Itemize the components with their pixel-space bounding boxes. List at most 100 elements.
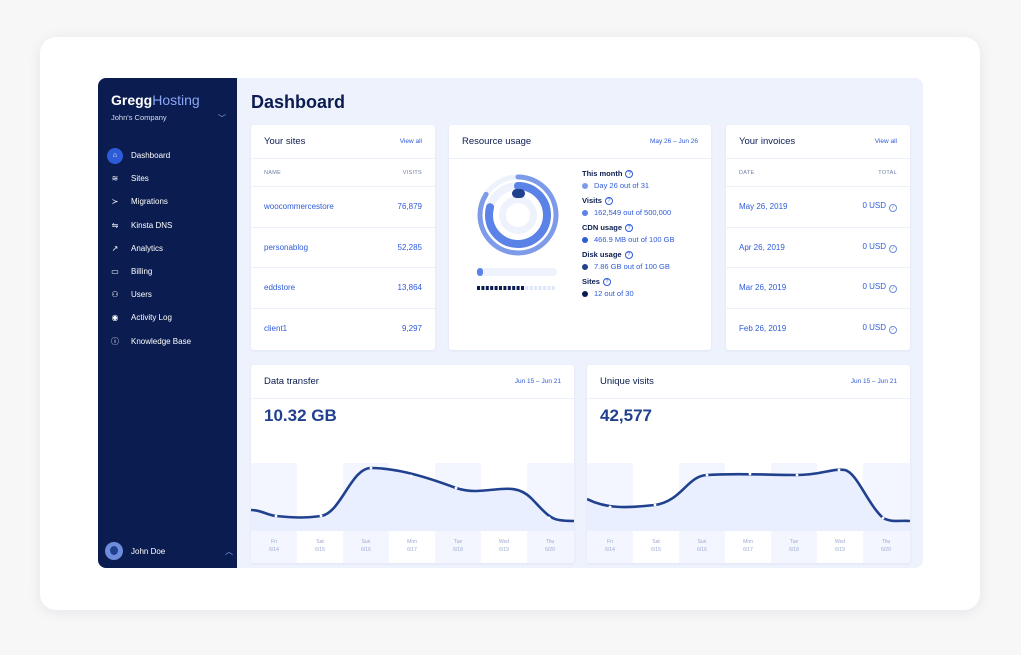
sidebar-item-knowledge-base[interactable]: ⓘ Knowledge Base — [98, 330, 237, 353]
brand-name-light: Hosting — [152, 92, 200, 108]
stat-label: CDN usage — [582, 223, 623, 232]
site-name[interactable]: woocommercestore — [264, 202, 334, 211]
sidebar-item-users[interactable]: ⚇ Users — [98, 283, 237, 306]
view-all-invoices-link[interactable]: View all — [875, 138, 897, 145]
stat-value: 7.86 GB out of 100 GB — [594, 262, 670, 271]
x-tick-day: Wed — [499, 539, 509, 545]
sidebar-item-kinsta-dns[interactable]: ⇋ Kinsta DNS — [98, 214, 237, 237]
x-tick-date: 6/19 — [835, 547, 845, 553]
date-range: Jun 15 – Jun 21 — [514, 378, 561, 385]
sites-segment — [512, 286, 516, 290]
date-range: May 26 – Jun 26 — [649, 138, 698, 145]
x-tick-day: Sun — [698, 539, 707, 545]
sites-segment — [529, 286, 533, 290]
card-title: Data transfer — [264, 376, 319, 387]
stat-cdn-usage: CDN usage? 466.9 MB out of 100 GB — [582, 223, 702, 244]
x-tick-date: 6/18 — [789, 547, 799, 553]
chevron-up-icon[interactable]: ︿ — [225, 546, 233, 557]
sidebar-item-dashboard[interactable]: ⌂ Dashboard — [98, 144, 237, 167]
help-icon[interactable]: ? — [602, 277, 611, 286]
home-icon: ⌂ — [107, 147, 123, 164]
site-visits: 9,297 — [401, 324, 422, 334]
invoice-total: 0 USD — [862, 201, 886, 211]
resource-usage-card: Resource usage May 26 – Jun 26 This mont… — [449, 125, 711, 350]
sidebar: GreggHosting John's Company ﹀ ⌂ Dashboard… — [98, 78, 237, 568]
stat-label: Visits — [582, 196, 602, 205]
invoice-date: Apr 26, 2019 — [739, 242, 785, 252]
help-icon[interactable]: ? — [625, 169, 634, 178]
table-row[interactable]: Apr 26, 2019 0 USD ✓ — [726, 228, 910, 268]
sidebar-item-sites[interactable]: ≋ Sites — [98, 167, 237, 190]
site-name[interactable]: client1 — [264, 324, 287, 333]
x-tick-date: 6/18 — [453, 547, 463, 553]
sites-segment — [547, 286, 551, 290]
resource-stats: This month? Day 26 out of 31 Visits? 162… — [582, 169, 702, 304]
help-icon[interactable]: ? — [604, 196, 613, 205]
x-tick-day: Mon — [407, 539, 417, 545]
site-name[interactable]: eddstore — [264, 283, 295, 292]
table-row[interactable]: May 26, 2019 0 USD ✓ — [726, 187, 910, 228]
sites-segment — [481, 286, 485, 290]
column-header-total: TOTAL — [878, 169, 897, 176]
stat-value: 12 out of 30 — [594, 289, 634, 298]
x-tick-day: Sat — [652, 539, 660, 545]
x-tick-date: 6/16 — [697, 547, 707, 553]
sidebar-item-label: Analytics — [131, 243, 164, 253]
x-tick-date: 6/20 — [545, 547, 555, 553]
x-tick-date: 6/17 — [743, 547, 753, 553]
site-name[interactable]: personablog — [264, 243, 308, 252]
card-title: Your invoices — [739, 136, 796, 147]
usage-radial-chart — [477, 174, 559, 256]
x-tick-date: 6/14 — [269, 547, 279, 553]
sites-usage-bar — [477, 286, 555, 290]
sites-segment — [503, 286, 507, 290]
table-row[interactable]: Mar 26, 2019 0 USD ✓ — [726, 268, 910, 309]
x-tick-date: 6/19 — [499, 547, 509, 553]
brand-logo[interactable]: GreggHosting — [111, 92, 200, 108]
help-icon[interactable]: ? — [624, 250, 633, 259]
sidebar-item-activity-log[interactable]: ◉ Activity Log — [98, 306, 237, 329]
table-row[interactable]: eddstore 13,864 — [251, 268, 435, 309]
help-icon[interactable]: ? — [625, 223, 634, 232]
cdn-usage-bar — [477, 268, 483, 276]
legend-dot — [582, 209, 588, 216]
card-title: Resource usage — [462, 136, 532, 147]
page-title: Dashboard — [251, 92, 346, 112]
trend-icon: ↗ — [111, 243, 119, 253]
x-tick-day: Fri — [607, 539, 613, 545]
chevron-down-icon[interactable]: ﹀ — [218, 113, 226, 124]
stat-disk-usage: Disk usage? 7.86 GB out of 100 GB — [582, 250, 702, 271]
data-transfer-card: Data transfer Jun 15 – Jun 21 10.32 GB F… — [251, 365, 574, 563]
users-icon: ⚇ — [111, 290, 119, 300]
table-row[interactable]: woocommercestore 76,879 — [251, 187, 435, 228]
sidebar-item-migrations[interactable]: ≻ Migrations — [98, 190, 237, 213]
view-all-sites-link[interactable]: View all — [400, 138, 422, 145]
sites-segment — [477, 286, 480, 290]
migrate-icon: ≻ — [111, 197, 119, 207]
check-circle-icon: ✓ — [889, 204, 897, 213]
sidebar-item-label: Activity Log — [131, 313, 172, 323]
x-tick-day: Thu — [546, 539, 555, 545]
brand-name-bold: Gregg — [111, 92, 153, 108]
invoices-card: Your invoices View all DATE TOTAL May 26… — [726, 125, 910, 350]
table-header: DATE TOTAL — [726, 159, 910, 187]
sidebar-item-billing[interactable]: ▭ Billing — [98, 260, 237, 283]
table-row[interactable]: Feb 26, 2019 0 USD ✓ — [726, 309, 910, 350]
sites-segment — [507, 286, 511, 290]
unique-visits-total: 42,577 — [600, 406, 652, 425]
dns-icon: ⇋ — [111, 220, 119, 230]
disk-usage-mark — [512, 189, 525, 198]
table-row[interactable]: personablog 52,285 — [251, 228, 435, 268]
legend-dot — [582, 182, 588, 189]
sidebar-item-analytics[interactable]: ↗ Analytics — [98, 237, 237, 260]
x-tick-day: Mon — [743, 539, 753, 545]
user-menu[interactable]: John Doe ︿ — [105, 542, 233, 560]
sites-segment — [534, 286, 538, 290]
x-tick-day: Sun — [362, 539, 371, 545]
table-row[interactable]: client1 9,297 — [251, 309, 435, 350]
unique-visits-chart: Fri6/14 Sat6/15 Sun6/16 Mon6/17 Tue6/18 … — [587, 463, 910, 563]
invoice-date: May 26, 2019 — [739, 202, 788, 212]
sites-segment — [499, 286, 502, 290]
stat-value: 162,549 out of 500,000 — [594, 208, 672, 217]
company-switcher[interactable]: John's Company — [111, 113, 167, 122]
